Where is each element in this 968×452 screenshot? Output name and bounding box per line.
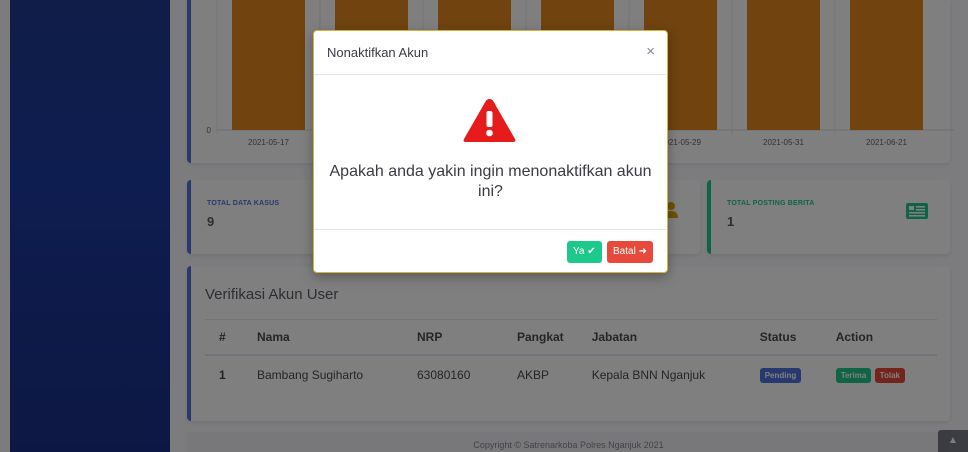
arrow-right-icon: ➜ — [638, 246, 647, 257]
modal-header: Nonaktifkan Akun × — [314, 31, 667, 75]
modal-body: Apakah anda yakin ingin menonaktifkan ak… — [314, 76, 667, 228]
check-icon: ✔ — [587, 246, 596, 257]
modal-message: Apakah anda yakin ingin menonaktifkan ak… — [329, 163, 652, 200]
cancel-label: Batal — [613, 246, 636, 257]
yes-label: Ya — [573, 246, 585, 257]
close-icon[interactable]: × — [646, 43, 655, 60]
modal-title: Nonaktifkan Akun — [327, 45, 429, 60]
modal-footer: Ya ✔ Batal ➜ — [314, 229, 667, 274]
warning-icon — [463, 99, 516, 142]
yes-button[interactable]: Ya ✔ — [567, 241, 602, 263]
deactivate-account-modal: Nonaktifkan Akun × Apakah anda yakin ing… — [313, 30, 668, 273]
cancel-button[interactable]: Batal ➜ — [607, 241, 653, 263]
